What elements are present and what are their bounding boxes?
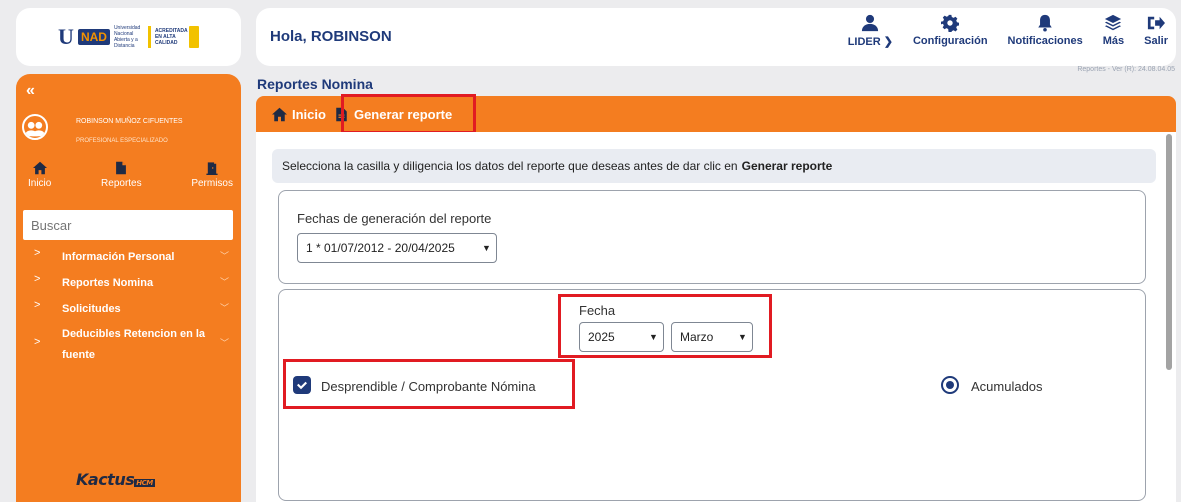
- collapse-sidebar-button[interactable]: «: [26, 82, 35, 100]
- bell-icon: [1038, 14, 1052, 32]
- logo-university-name: Universidad Nacional Abierta y a Distanc…: [113, 25, 141, 49]
- user-name: ROBINSON MUÑOZ CIFUENTES: [76, 118, 183, 125]
- nav-salir[interactable]: Salir: [1144, 14, 1168, 48]
- nav-mas-label: Más: [1102, 35, 1125, 47]
- quick-link-permisos[interactable]: Permisos: [191, 161, 233, 189]
- user-icon: [862, 14, 879, 32]
- top-header: Hola, ROBINSON LIDER ❯ Configuración Not…: [256, 8, 1176, 66]
- chevron-right-icon: >: [34, 273, 41, 285]
- unad-logo: U NAD Universidad Nacional Abierta y a D…: [58, 24, 199, 50]
- nav-salir-label: Salir: [1144, 35, 1168, 47]
- logo-letter: U: [58, 24, 74, 49]
- fechas-select[interactable]: 1 * 01/07/2012 - 20/04/2025 ▼: [297, 233, 497, 263]
- sidebar-item-label: Deducibles Retencion en la fuente: [62, 328, 206, 361]
- user-role: PROFESIONAL ESPECIALIZADO: [76, 138, 168, 144]
- home-icon: [272, 107, 287, 121]
- breadcrumb-home-label: Inicio: [292, 106, 326, 122]
- nav-notificaciones-label: Notificaciones: [1007, 35, 1083, 47]
- gear-icon: [941, 14, 960, 32]
- fechas-label: Fechas de generación del reporte: [297, 211, 492, 226]
- instruction-bold: Generar reporte: [741, 159, 833, 173]
- sidebar-item-label: Solicitudes: [62, 303, 121, 315]
- quick-link-permisos-label: Permisos: [191, 178, 233, 189]
- highlight-box: [558, 294, 772, 358]
- sidebar-item-informacion-personal[interactable]: > Información Personal ﹀: [16, 246, 241, 272]
- nav-lider-label: LIDER ❯: [847, 36, 893, 48]
- chevron-down-icon: ﹀: [219, 251, 229, 261]
- instruction-banner: Selecciona la casilla y diligencia los d…: [272, 149, 1156, 183]
- kactus-brand: Kactus: [76, 470, 135, 489]
- chevron-right-icon: >: [34, 336, 41, 348]
- nav-mas[interactable]: Más: [1103, 14, 1124, 48]
- chevron-down-icon: ﹀: [219, 303, 229, 313]
- kactus-tag: HCM: [134, 479, 155, 487]
- greeting: Hola, ROBINSON: [270, 28, 392, 45]
- highlight-box: [341, 94, 476, 134]
- acumulados-radio-label[interactable]: Acumulados: [971, 379, 1043, 394]
- quick-link-reportes[interactable]: Reportes: [101, 161, 142, 189]
- logo-accreditation: ACREDITADA EN ALTA CALIDAD: [154, 28, 188, 46]
- sidebar-item-solicitudes[interactable]: > Solicitudes ﹀: [16, 298, 241, 324]
- search-input[interactable]: [23, 210, 233, 240]
- document-icon: [116, 161, 127, 175]
- avatar: [22, 114, 48, 140]
- quick-link-inicio-label: Inicio: [28, 178, 52, 189]
- logo-nad: NAD: [77, 29, 110, 45]
- date-range-card: Fechas de generación del reporte 1 * 01/…: [278, 190, 1146, 284]
- home-icon: [32, 161, 47, 175]
- chevron-right-icon: >: [34, 299, 41, 311]
- acumulados-radio[interactable]: [941, 376, 959, 394]
- fechas-select-value: 1 * 01/07/2012 - 20/04/2025: [306, 241, 455, 255]
- sidebar-item-label: Reportes Nomina: [62, 277, 154, 289]
- avatar-icon: [24, 121, 46, 137]
- breadcrumb-home[interactable]: Inicio: [272, 107, 326, 122]
- sidebar: « ROBINSON MUÑOZ CIFUENTES PROFESIONAL E…: [16, 74, 241, 502]
- chevron-down-icon: ﹀: [219, 277, 229, 287]
- nav-notificaciones[interactable]: Notificaciones: [1008, 14, 1083, 48]
- nav-lider[interactable]: LIDER ❯: [848, 14, 893, 48]
- instruction-text: Selecciona la casilla y diligencia los d…: [282, 159, 738, 173]
- version-label: Reportes - Ver (R): 24.08.04.05: [1077, 66, 1175, 73]
- logo-card: U NAD Universidad Nacional Abierta y a D…: [16, 8, 241, 66]
- quick-link-reportes-label: Reportes: [101, 178, 142, 189]
- scrollbar-thumb[interactable]: [1166, 134, 1172, 370]
- logout-icon: [1147, 16, 1166, 30]
- page-title: Reportes Nomina: [257, 76, 373, 92]
- sidebar-item-reportes-nomina[interactable]: > Reportes Nomina ﹀: [16, 272, 241, 298]
- nav-configuracion-label: Configuración: [912, 35, 988, 47]
- chevron-down-icon: ﹀: [219, 338, 229, 348]
- quick-link-inicio[interactable]: Inicio: [28, 161, 51, 189]
- top-nav: LIDER ❯ Configuración Notificaciones Más…: [848, 14, 1168, 48]
- quick-links: Inicio Reportes Permisos: [16, 161, 241, 189]
- layers-icon: [1105, 14, 1122, 31]
- logo-divider: [147, 26, 151, 48]
- highlight-box: [283, 359, 575, 409]
- nav-configuracion[interactable]: Configuración: [913, 14, 988, 48]
- chevron-down-icon: ▼: [482, 243, 491, 253]
- door-icon: [206, 162, 218, 175]
- sidebar-item-deducibles[interactable]: > Deducibles Retencion en la fuente ﹀: [16, 324, 241, 366]
- sidebar-item-label: Información Personal: [62, 251, 175, 263]
- kactus-logo: Kactus HCM: [76, 470, 155, 489]
- chevron-right-icon: >: [34, 247, 41, 259]
- logo-accreditation-mark: [188, 26, 199, 48]
- sidebar-menu: > Información Personal ﹀ > Reportes Nomi…: [16, 246, 241, 366]
